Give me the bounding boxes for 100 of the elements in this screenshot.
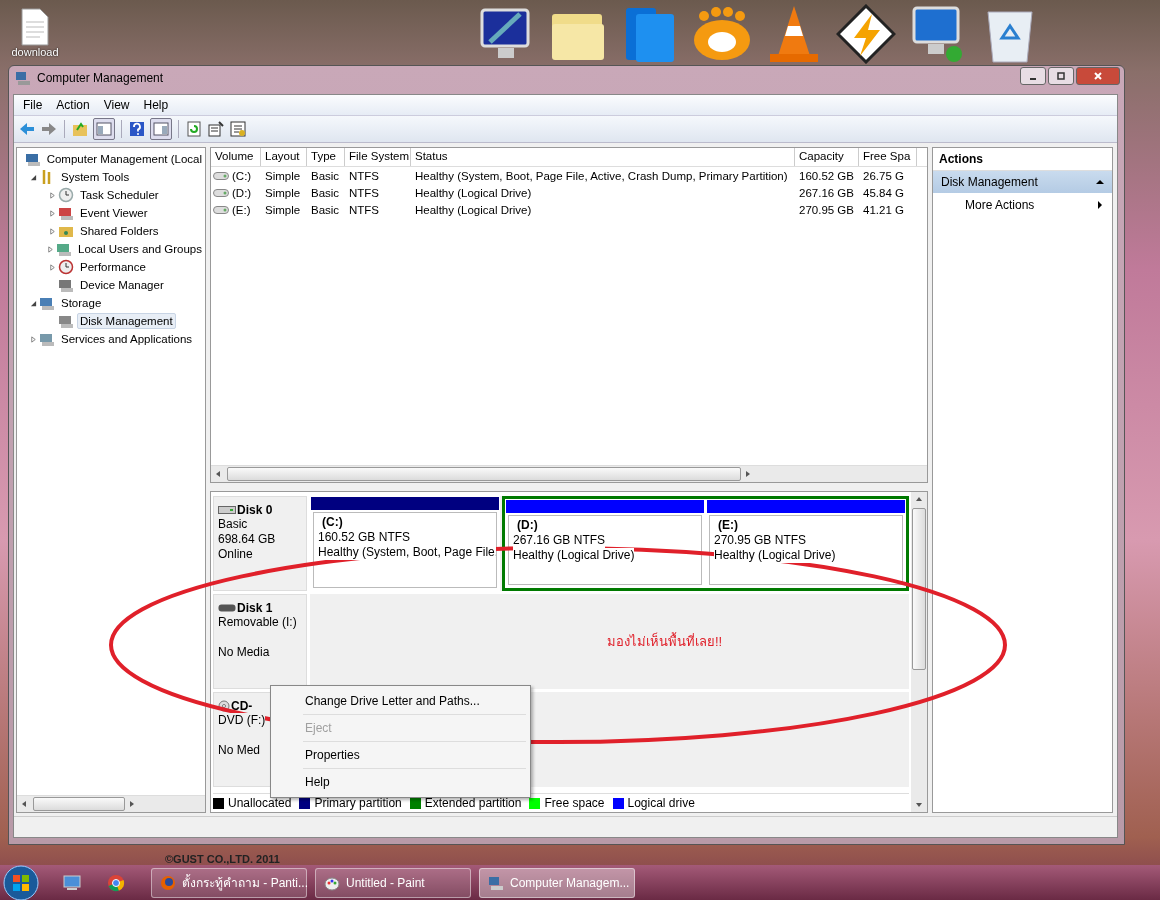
- table-cell: (C:): [232, 169, 252, 182]
- minimize-button[interactable]: [1020, 67, 1046, 85]
- annotation-text: มองไม่เห็นพื้นที่เลย!!: [606, 631, 723, 651]
- folder-up-icon[interactable]: [71, 120, 89, 138]
- legend-label: Free space: [544, 796, 605, 810]
- minimize-icon: [1030, 78, 1036, 80]
- column-header[interactable]: Volume: [211, 148, 261, 166]
- table-cell-text: 45.84 G: [862, 186, 905, 199]
- menu-item[interactable]: File: [16, 98, 50, 112]
- close-button[interactable]: [1076, 67, 1120, 85]
- tree-item[interactable]: Storage: [58, 295, 105, 311]
- expanded-arrow-icon[interactable]: [29, 173, 37, 181]
- menu-item[interactable]: View: [96, 98, 137, 112]
- tree-item[interactable]: Shared Folders: [77, 223, 162, 239]
- submenu-arrow-icon: [1096, 201, 1104, 209]
- properties-icon[interactable]: [207, 120, 225, 138]
- table-cell-text: Simple: [264, 169, 302, 182]
- table-cell-text: 26.75 G: [862, 169, 905, 182]
- disk-label-panel[interactable]: Disk 0 Basic 698.64 GB Online: [213, 496, 307, 591]
- tree-item[interactable]: Computer Management (Local: [43, 151, 205, 167]
- actions-section-header[interactable]: Disk Management: [933, 171, 1112, 193]
- drive-icon: [213, 188, 229, 197]
- action-item[interactable]: More Actions: [933, 193, 1112, 217]
- scroll-left-icon[interactable]: [22, 801, 26, 807]
- grid-icon[interactable]: [229, 120, 247, 138]
- disk-info: DVD (F:): [218, 713, 266, 728]
- computer-icon: [15, 70, 31, 86]
- drive-icon: [213, 171, 229, 180]
- table-cell-text: Basic: [310, 186, 341, 199]
- desktop-icon-label[interactable]: download: [11, 46, 59, 58]
- legend-label: Extended partition: [424, 796, 522, 810]
- menu-item[interactable]: Action: [49, 98, 97, 112]
- table-cell-text: 270.95 GB: [798, 203, 855, 216]
- pane-toggle-icon[interactable]: [150, 118, 172, 140]
- computer-icon: [24, 151, 41, 167]
- close-icon: [1093, 71, 1103, 81]
- column-header[interactable]: Free Spa: [859, 148, 917, 166]
- collapsed-arrow-icon[interactable]: [48, 227, 56, 235]
- column-header[interactable]: Layout: [261, 148, 307, 166]
- menu-item[interactable]: Help: [136, 98, 176, 112]
- drive-icon: [213, 205, 229, 214]
- tree-item[interactable]: Device Manager: [77, 277, 167, 293]
- computer-icon: [488, 874, 504, 891]
- disc-icon: [218, 700, 230, 712]
- table-cell-text: Simple: [264, 186, 302, 199]
- browser-icon[interactable]: [107, 873, 125, 892]
- maximize-button[interactable]: [1048, 67, 1074, 85]
- collapsed-arrow-icon[interactable]: [47, 245, 55, 253]
- column-header[interactable]: Capacity: [795, 148, 859, 166]
- start-button-icon[interactable]: [3, 864, 39, 900]
- document-icon[interactable]: [20, 8, 50, 46]
- table-cell-text: 267.16 GB: [798, 186, 855, 199]
- horizontal-scrollbar[interactable]: [211, 465, 927, 482]
- help-icon[interactable]: [128, 120, 146, 138]
- legend-label: Primary partition: [314, 796, 402, 810]
- palette-icon: [324, 874, 340, 891]
- expanded-arrow-icon[interactable]: [29, 299, 37, 307]
- partition-block[interactable]: (E:) 270.95 GB NTFS Healthy (Logical Drive): [706, 499, 906, 588]
- horizontal-scrollbar[interactable]: [17, 795, 205, 812]
- partition-block[interactable]: (C:) 160.52 GB NTFS Healthy (System, Boot, Page File,: [310, 496, 500, 591]
- disk-label-panel[interactable]: Disk 1 Removable (I:) No Media: [213, 594, 307, 689]
- table-cell-text: NTFS: [348, 169, 381, 182]
- scroll-left-icon[interactable]: [216, 471, 220, 477]
- vertical-scrollbar[interactable]: [911, 492, 927, 812]
- show-desktop-icon[interactable]: [63, 873, 81, 892]
- collapse-arrow-icon[interactable]: [1096, 178, 1104, 186]
- scroll-down-icon[interactable]: [916, 803, 922, 807]
- scroll-right-icon[interactable]: [746, 471, 750, 477]
- column-header[interactable]: Type: [307, 148, 345, 166]
- pane-toggle-icon[interactable]: [93, 118, 115, 140]
- collapsed-arrow-icon[interactable]: [48, 263, 56, 271]
- partition-status: Healthy (Logical Drive): [513, 548, 635, 563]
- table-cell-text: Healthy (System, Boot, Page File, Active, Crash Dump, Primary Partition): [414, 169, 789, 182]
- collapsed-arrow-icon[interactable]: [48, 209, 56, 217]
- collapsed-arrow-icon[interactable]: [48, 191, 56, 199]
- lightning-icon[interactable]: [836, 4, 896, 64]
- taskbar-button[interactable]: Untitled - Paint: [315, 867, 471, 898]
- tree-item[interactable]: Services and Applications: [58, 331, 196, 347]
- tree-item[interactable]: System Tools: [58, 169, 133, 185]
- tree-item[interactable]: Disk Management: [77, 313, 176, 329]
- table-cell-text: 41.21 G: [862, 203, 905, 216]
- collapsed-arrow-icon[interactable]: [29, 335, 37, 343]
- forward-arrow-icon[interactable]: [40, 120, 58, 138]
- column-header[interactable]: Status: [411, 148, 795, 166]
- tree-item[interactable]: Event Viewer: [77, 205, 151, 221]
- tree-item[interactable]: Task Scheduler: [77, 187, 162, 203]
- window-title: Computer Management: [37, 71, 164, 85]
- partition-block[interactable]: (D:) 267.16 GB NTFS Healthy (Logical Drive): [505, 499, 705, 588]
- back-arrow-icon[interactable]: [18, 120, 36, 138]
- taskbar-button[interactable]: ตั้งกระทู้คำถาม - Panti...: [151, 867, 307, 898]
- drive-icon: [218, 506, 236, 514]
- table-cell-text: 160.52 GB: [798, 169, 855, 182]
- table-cell: (E:): [232, 203, 251, 216]
- tree-item[interactable]: Local Users and Groups: [75, 241, 205, 257]
- scroll-right-icon[interactable]: [130, 801, 134, 807]
- table-cell-text: Healthy (Logical Drive): [414, 203, 533, 216]
- column-header[interactable]: File System: [345, 148, 411, 166]
- scroll-up-icon[interactable]: [916, 497, 922, 501]
- legend-label: Logical drive: [627, 796, 695, 810]
- tree-item[interactable]: Performance: [77, 259, 149, 275]
